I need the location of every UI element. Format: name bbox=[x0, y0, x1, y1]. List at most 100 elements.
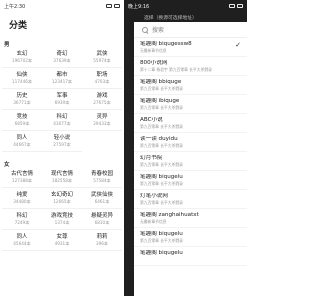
category-count: 45644本 bbox=[13, 240, 31, 246]
category-item[interactable]: 游戏竞技 1374本 bbox=[42, 209, 82, 230]
category-item[interactable]: 悬疑灵异 6810本 bbox=[82, 209, 122, 230]
source-item[interactable]: ABC小说 第九百零章 长平大杀戮录 bbox=[134, 114, 247, 133]
category-name: 现代言情 bbox=[50, 170, 73, 177]
wifi-icon bbox=[106, 4, 112, 8]
category-item[interactable]: 军事 6939本 bbox=[42, 89, 82, 110]
category-count: 4931本 bbox=[54, 240, 70, 246]
category-item[interactable]: 游戏 27675本 bbox=[82, 89, 122, 110]
source-item[interactable]: 笔趣阁 ibiquge 第九百零章 长平大杀戮录 bbox=[134, 95, 247, 114]
category-count: 12665本 bbox=[53, 198, 71, 204]
category-item[interactable]: 科幻 7249本 bbox=[2, 209, 42, 230]
category-name: 轻小说 bbox=[53, 134, 71, 141]
category-item[interactable]: 科幻 43077本 bbox=[42, 110, 82, 131]
section-label: 男 bbox=[4, 42, 10, 48]
category-grid: 玄幻 196702本 奇幻 37639本 武侠 55974本 仙侠 117446本 都市 1234… bbox=[0, 47, 124, 152]
source-item[interactable]: 笔趣阁 bbiquge 第九百零章 长平大杀戮录 bbox=[134, 76, 247, 95]
category-name: 军事 bbox=[56, 92, 68, 99]
category-name: 武侠仙侠 bbox=[90, 191, 113, 198]
search-icon bbox=[142, 26, 148, 33]
category-item[interactable]: 青春校园 57584本 bbox=[82, 167, 122, 188]
category-count: 196702本 bbox=[11, 57, 33, 63]
source-item[interactable]: 幻月书院 第九百零章 长平大杀戮录 bbox=[134, 152, 247, 171]
category-item[interactable]: 竞技 6859本 bbox=[2, 110, 42, 131]
source-name: 幻月书院 bbox=[140, 155, 163, 161]
source-name: 笔趣阁 biqugelu bbox=[140, 231, 183, 237]
category-item[interactable]: 灵异 29433本 bbox=[82, 110, 122, 131]
source-item[interactable]: 笔趣阁 biqugelu 第九百零章 长平大杀戮录 bbox=[134, 228, 247, 247]
section-male: 男 玄幻 196702本 奇幻 37639本 武侠 55974本 仙侠 117446本 都市 12… bbox=[0, 38, 124, 152]
source-name: 笔趣阁 biqugelu bbox=[140, 174, 183, 180]
source-item[interactable]: 800小说网 第十二章 杨君宇 第九百零章 长平大杀戮录 bbox=[134, 57, 247, 76]
section-label: 女 bbox=[4, 162, 10, 168]
source-latest-chapter: 第九百零章 长平大杀戮录 bbox=[140, 200, 183, 205]
source-latest-chapter: 第九百零章 长平大杀戮录 bbox=[140, 181, 183, 186]
status-icons bbox=[106, 4, 120, 8]
category-item[interactable]: 职场 4703本 bbox=[82, 68, 122, 89]
category-item[interactable]: 现代言情 182558本 bbox=[42, 167, 82, 188]
category-count: 57584本 bbox=[93, 177, 111, 183]
category-item[interactable]: 奇幻 37639本 bbox=[42, 47, 82, 68]
source-item[interactable]: 笔趣阁 biqugelu bbox=[134, 247, 247, 266]
category-name: 莉莉 bbox=[96, 233, 108, 240]
category-count: 6859本 bbox=[14, 120, 30, 126]
category-item[interactable]: 纯爱 34480本 bbox=[2, 188, 42, 209]
source-item[interactable]: 笔趣阁 biqugelu 第九百零章 长平大杀戮录 bbox=[134, 171, 247, 190]
category-count: 6461本 bbox=[94, 198, 110, 204]
category-name: 武侠 bbox=[96, 50, 108, 57]
category-item[interactable]: 武侠仙侠 6461本 bbox=[82, 188, 122, 209]
category-name: 灵异 bbox=[96, 113, 108, 120]
category-name: 都市 bbox=[56, 71, 68, 78]
category-name: 同人 bbox=[16, 134, 28, 141]
category-item[interactable]: 同人 44667本 bbox=[2, 131, 42, 152]
category-name: 玄幻 bbox=[16, 50, 28, 57]
category-name: 古代言情 bbox=[10, 170, 33, 177]
category-item[interactable]: 女尊 4931本 bbox=[42, 230, 82, 251]
source-item[interactable]: 灯笔小说网 第九百零章 长平大杀戮录 bbox=[134, 190, 247, 209]
category-item[interactable]: 武侠 55974本 bbox=[82, 47, 122, 68]
source-latest-chapter: 无最新章节信息 bbox=[140, 219, 167, 224]
category-item[interactable]: 玄幻奇幻 12665本 bbox=[42, 188, 82, 209]
source-latest-chapter: 第九百零章 长平大杀戮录 bbox=[140, 105, 183, 110]
source-latest-chapter: 第九百零章 长平大杀戮录 bbox=[140, 143, 183, 148]
category-count: 44667本 bbox=[13, 141, 31, 147]
category-count: 4703本 bbox=[94, 78, 110, 84]
source-latest-chapter: 第九百零章 长平大杀戮录 bbox=[140, 124, 183, 129]
category-count: 182558本 bbox=[51, 177, 73, 183]
source-name: 笔趣阁 zanghaihuatxt bbox=[140, 212, 199, 218]
source-item[interactable]: 读一读 duyidu 第九百零章 长平大杀戮录 bbox=[134, 133, 247, 152]
source-name: 笔趣阁 bbiquge bbox=[140, 79, 182, 85]
category-count: 29433本 bbox=[93, 120, 111, 126]
category-count: 37639本 bbox=[53, 57, 71, 63]
status-time: 晚上9:16 bbox=[128, 3, 150, 10]
search-placeholder: 搜索 bbox=[152, 27, 165, 34]
category-item[interactable]: 莉莉 396本 bbox=[82, 230, 122, 251]
category-name: 科幻 bbox=[16, 212, 28, 219]
category-item[interactable]: 玄幻 196702本 bbox=[2, 47, 42, 68]
category-name: 青春校园 bbox=[90, 170, 113, 177]
source-item[interactable]: 笔趣阁 zanghaihuatxt 无最新章节信息 bbox=[134, 209, 247, 228]
category-count: 7249本 bbox=[14, 219, 30, 225]
source-latest-chapter: 第九百零章 长平大杀戮录 bbox=[140, 162, 183, 167]
source-latest-chapter: 第九百零章 长平大杀戮录 bbox=[140, 86, 183, 91]
category-count: 123417本 bbox=[51, 78, 73, 84]
search-box[interactable]: 搜索 bbox=[134, 22, 247, 38]
category-name: 奇幻 bbox=[56, 50, 68, 57]
category-count: 34480本 bbox=[13, 198, 31, 204]
category-grid: 古代言情 127388本 现代言情 182558本 青春校园 57584本 纯爱 34480本… bbox=[0, 167, 124, 251]
category-item[interactable]: 历史 36771本 bbox=[2, 89, 42, 110]
source-latest-chapter: 第九百零章 长平大杀戮录 bbox=[140, 238, 183, 243]
wifi-icon bbox=[229, 4, 235, 8]
category-name: 科幻 bbox=[56, 113, 68, 120]
category-item[interactable]: 同人 45644本 bbox=[2, 230, 42, 251]
category-item[interactable]: 仙侠 117446本 bbox=[2, 68, 42, 89]
source-name: 800小说网 bbox=[140, 60, 168, 66]
status-time: 上午2:30 bbox=[4, 3, 26, 10]
category-item[interactable]: 都市 123417本 bbox=[42, 68, 82, 89]
category-item[interactable]: 轻小说 27597本 bbox=[42, 131, 82, 152]
source-screen: 晚上9:16 选择（换源可选择地址） 搜索 笔趣阁 biqugessw8 无最新章… bbox=[124, 0, 247, 296]
section-female: 女 古代言情 127388本 现代言情 182558本 青春校园 57584本 纯爱 3448… bbox=[0, 158, 124, 251]
category-item[interactable]: 古代言情 127388本 bbox=[2, 167, 42, 188]
source-item[interactable]: 笔趣阁 biqugessw8 无最新章节信息 ✓ bbox=[134, 38, 247, 57]
category-count: 6810本 bbox=[94, 219, 110, 225]
category-name: 游戏竞技 bbox=[50, 212, 73, 219]
